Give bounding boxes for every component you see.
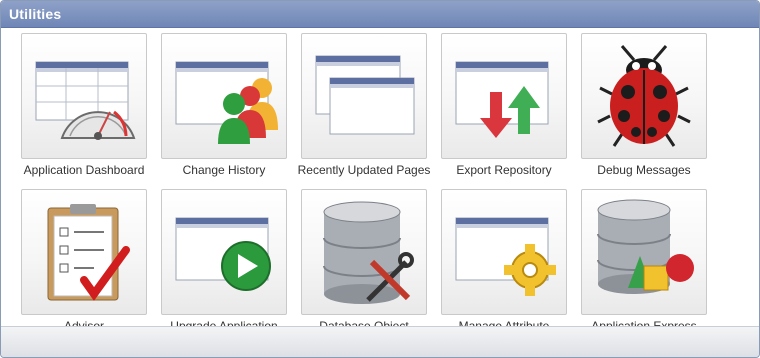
tile-icon-box[interactable] xyxy=(161,189,287,315)
panel-header: Utilities xyxy=(1,1,759,28)
tile-icon-box[interactable] xyxy=(301,33,427,159)
tile-advisor[interactable]: Advisor xyxy=(21,189,161,343)
tile-icon-box[interactable] xyxy=(581,33,707,159)
tile-export-repository[interactable]: Export Repository xyxy=(441,33,581,187)
tile-label: Debug Messages xyxy=(597,163,691,177)
tile-label: Change History xyxy=(182,163,266,177)
tile-label: Export Repository xyxy=(456,163,552,177)
tile-icon-box[interactable] xyxy=(581,189,707,315)
play-upgrade-icon xyxy=(175,217,271,291)
tile-debug-messages[interactable]: Debug Messages xyxy=(581,33,721,187)
tile-application-dashboard[interactable]: Application Dashboard xyxy=(21,33,161,187)
panel-footer xyxy=(1,326,759,357)
utilities-grid: Application Dashboard Change History Rec… xyxy=(1,28,759,348)
tile-database-object-dependencies[interactable]: Database Object Dependencies xyxy=(301,189,441,348)
ladybug-icon xyxy=(597,45,691,147)
utilities-panel: Utilities Application Dashboard Change H… xyxy=(0,0,760,358)
tile-icon-box[interactable] xyxy=(441,33,567,159)
export-arrows-icon xyxy=(455,61,549,138)
tile-label: Recently Updated Pages xyxy=(297,163,431,177)
tile-change-history[interactable]: Change History xyxy=(161,33,301,187)
database-shapes-icon xyxy=(597,199,694,294)
dashboard-gauge-icon xyxy=(35,61,136,140)
clipboard-check-icon xyxy=(47,204,130,301)
tile-icon-box[interactable] xyxy=(441,189,567,315)
tile-manage-attribute-dictionary[interactable]: Manage Attribute Dictionary xyxy=(441,189,581,348)
tile-label: Application Dashboard xyxy=(23,163,145,177)
database-tools-icon xyxy=(323,201,414,304)
tile-application-express-views[interactable]: Application Express Views xyxy=(581,189,721,348)
tile-recently-updated-pages[interactable]: Recently Updated Pages xyxy=(298,33,441,187)
people-history-icon xyxy=(175,61,278,144)
tile-icon-box[interactable] xyxy=(21,189,147,315)
tile-icon-box[interactable] xyxy=(21,33,147,159)
panel-title: Utilities xyxy=(9,6,62,22)
tile-icon-box[interactable] xyxy=(161,33,287,159)
tile-icon-box[interactable] xyxy=(301,189,427,315)
gear-dictionary-icon xyxy=(455,217,556,296)
stacked-pages-icon xyxy=(315,55,415,135)
tile-upgrade-application[interactable]: Upgrade Application xyxy=(161,189,301,343)
